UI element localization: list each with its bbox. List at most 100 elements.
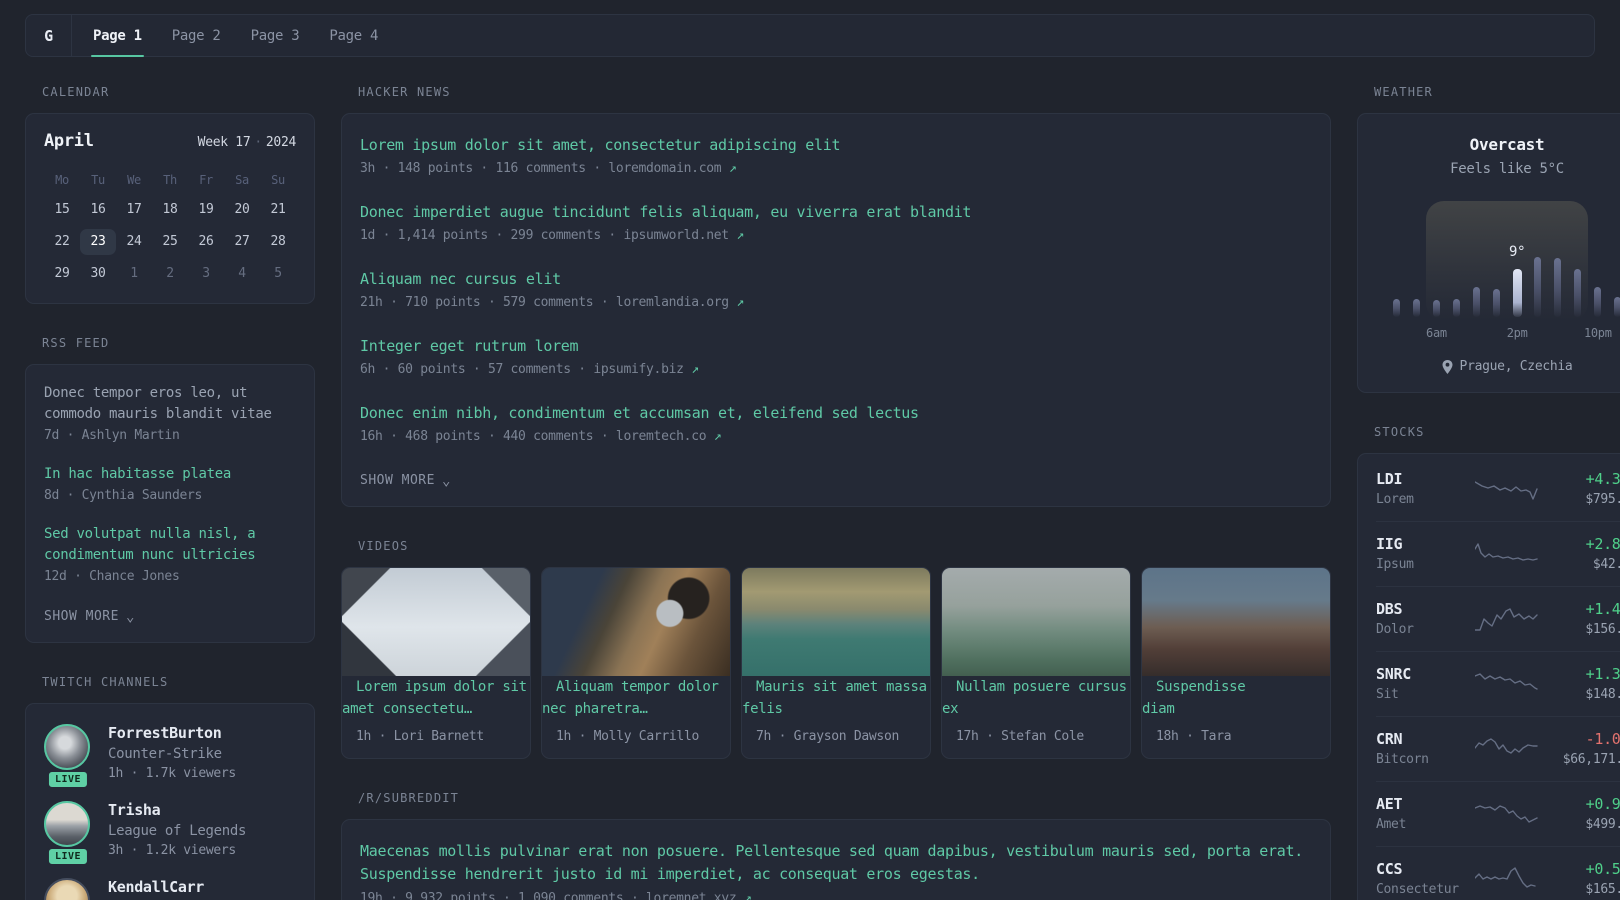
stock-row: IIG Ipsum +2.84% $42.04 [1358,521,1620,586]
avatar [44,878,90,900]
stock-values: +1.42% $156.28 [1546,600,1620,637]
weather-location-row: Prague, Czechia [1378,359,1620,374]
hn-item-link[interactable]: Aliquam nec cursus elit [360,268,1312,290]
rss-item-link[interactable]: In hac habitasse platea [44,464,296,485]
twitch-channel-row[interactable]: LIVE ForrestBurton Counter-Strike 1h · 1… [44,724,296,789]
hn-domain-link[interactable]: loremdomain.com ↗ [608,161,736,176]
tab-page-1[interactable]: Page 1 [78,15,157,57]
hn-domain-link[interactable]: loremlandia.org ↗ [616,295,744,310]
subreddit-domain-link[interactable]: loremnet.xyz ↗ [646,891,752,900]
app-logo[interactable]: G [26,15,72,56]
rss-show-more-button[interactable]: SHOW MORE ⌄ [44,609,135,624]
hn-item: Integer eget rutrum lorem 6h · 60 points… [360,335,1312,377]
calendar-week-year: Week 17 · 2024 [198,135,297,150]
stock-row: LDI Lorem +4.35% $795.18 [1358,456,1620,521]
stock-sparkline [1468,801,1546,827]
video-title-link[interactable]: Nullam posuere cursus ex [942,667,1127,717]
video-byline: 17h · Stefan Cole [956,729,1084,744]
hackernews-card: Lorem ipsum dolor sit amet, consectetur … [341,113,1331,507]
video-title-link[interactable]: Aliquam tempor dolor nec pharetra… [542,667,719,717]
right-column: WEATHER Overcast Feels like 5°C 6am 9° 2pm… [1357,85,1620,900]
hn-domain-link[interactable]: ipsumworld.net ↗ [623,228,744,243]
weather-bar-slot [1568,221,1588,317]
rss-item-link[interactable]: Sed volutpat nulla nisl, a condimentum n… [44,524,296,566]
subreddit-post-link[interactable]: Maecenas mollis pulvinar erat non posuer… [360,840,1312,886]
twitch-channel-name: KendallCarr [108,878,205,896]
show-more-label: SHOW MORE [44,609,119,624]
video-thumbnail[interactable] [542,568,730,676]
weather-section-title: WEATHER [1374,85,1433,99]
hn-item-meta: 21h · 710 points · 579 comments · loreml… [360,295,1312,310]
hn-domain-link[interactable]: ipsumify.biz ↗ [593,362,699,377]
stock-ticker: SNRC [1376,665,1411,683]
calendar-day: 27 [234,234,250,249]
hn-item-link[interactable]: Donec imperdiet augue tincidunt felis al… [360,201,1312,223]
weather-bar-slot [1487,221,1507,317]
stock-sparkline [1468,541,1546,567]
stock-name: Amet [1376,817,1407,832]
calendar-day-muted: 4 [238,266,246,281]
stock-identity: CRN Bitcorn [1376,730,1468,767]
hn-domain: ipsumify.biz [593,362,684,377]
weather-bar [1473,287,1481,317]
hn-item-link[interactable]: Lorem ipsum dolor sit amet, consectetur … [360,134,1312,156]
video-title-link[interactable]: Lorem ipsum dolor sit amet consectetu… [342,667,527,717]
twitch-channel-row[interactable]: KendallCarr [44,878,296,900]
calendar-day: 17 [126,202,142,217]
stock-change: +1.42% [1585,600,1620,618]
hackernews-section-title: HACKER NEWS [358,85,451,99]
hn-show-more-button[interactable]: SHOW MORE ⌄ [360,473,451,488]
weather-location: Prague, Czechia [1459,359,1573,374]
left-column: CALENDAR April Week 17 · 2024 Mo Tu We Th … [25,85,315,900]
stock-price: $499.72 [1585,817,1620,832]
weather-card: Overcast Feels like 5°C 6am 9° 2pm 10pm Pra… [1357,113,1620,393]
stock-price: $165.84 [1585,882,1620,897]
calendar-day: 25 [162,234,178,249]
weather-bar-slot: 10pm [1584,221,1612,340]
twitch-avatar-wrap: LIVE [44,801,92,866]
stock-row: CRN Bitcorn -1.00% $66,171.48 [1358,716,1620,781]
weekday-label: Tu [91,173,105,187]
video-card: Nullam posuere cursus ex 17h · Stefan Co… [941,567,1131,759]
hn-item-link[interactable]: Integer eget rutrum lorem [360,335,1312,357]
hn-item-link[interactable]: Donec enim nibh, condimentum et accumsan… [360,402,1312,424]
tab-page-4[interactable]: Page 4 [314,15,393,56]
video-thumbnail[interactable] [1142,568,1330,676]
weather-feels-like: Feels like 5°C [1450,161,1564,177]
video-title-link[interactable]: Mauris sit amet massa felis [742,667,927,717]
weather-bar-slot [1406,221,1426,317]
live-badge: LIVE [46,770,90,789]
calendar-day: 15 [54,202,70,217]
sparkline-svg [1475,480,1538,500]
rss-item-link[interactable]: Donec tempor eros leo, ut commodo mauris… [44,383,296,425]
calendar-day: 28 [270,234,286,249]
calendar-day: 29 [54,266,70,281]
video-thumbnail[interactable] [342,568,530,676]
video-title-link[interactable]: Suspendisse diam [1142,667,1246,717]
video-byline: 1h · Lori Barnett [356,729,484,744]
twitch-channel-row[interactable]: LIVE Trisha League of Legends 3h · 1.2k … [44,801,296,866]
weekday-label: Fr [199,173,213,187]
stock-sparkline [1468,736,1546,762]
tab-page-2[interactable]: Page 2 [157,15,236,56]
weather-bar [1614,297,1620,317]
rss-widget: RSS FEED Donec tempor eros leo, ut commo… [25,336,315,643]
weather-bar-slot [1547,221,1567,317]
twitch-channel-game: League of Legends [108,823,247,839]
external-link-icon: ↗ [713,429,722,444]
stock-name: Sit [1376,687,1399,702]
tab-page-3[interactable]: Page 3 [236,15,315,56]
videos-section-title: VIDEOS [358,539,409,553]
stock-price: $66,171.48 [1562,752,1620,767]
weather-bar-slot [1467,221,1487,317]
hn-domain: loremdomain.com [608,161,722,176]
hn-domain-link[interactable]: loremtech.co ↗ [616,429,722,444]
video-card: Aliquam tempor dolor nec pharetra… 1h · … [541,567,731,759]
video-thumbnail[interactable] [942,568,1130,676]
external-link-icon: ↗ [728,161,737,176]
sparkline-svg [1475,804,1538,823]
video-thumbnail[interactable] [742,568,930,676]
stock-row: CCS Consectetur +0.51% $165.84 [1358,846,1620,900]
weather-condition: Overcast [1469,135,1545,154]
rss-item-meta: 8d · Cynthia Saunders [44,488,203,503]
